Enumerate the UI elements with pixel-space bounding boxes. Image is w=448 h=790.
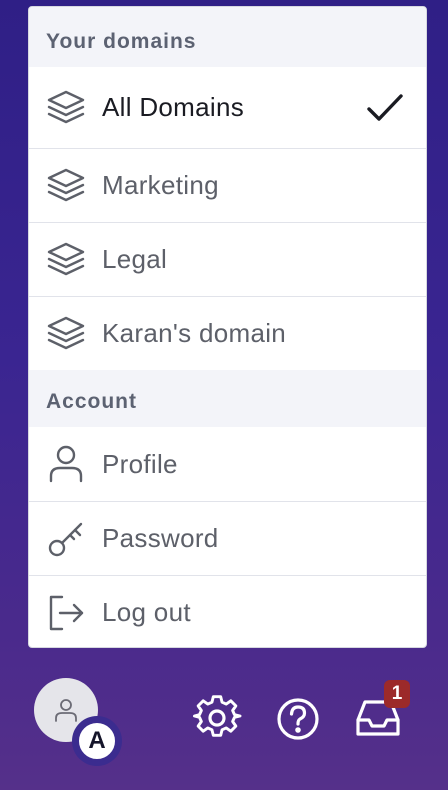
user-icon (55, 699, 77, 722)
domain-item-karans-domain[interactable]: Karan's domain (29, 296, 426, 370)
avatar-initial: A (76, 720, 118, 762)
layers-icon (47, 90, 85, 123)
account-item-logout[interactable]: Log out (29, 575, 426, 647)
user-icon (49, 445, 83, 483)
account-header: Account (29, 370, 426, 427)
account-item-label: Log out (102, 597, 191, 627)
account-dropdown-menu: Your domains All Domains Marketing Legal (28, 6, 427, 648)
account-item-profile[interactable]: Profile (29, 427, 426, 501)
account-item-label: Password (102, 523, 219, 553)
account-item-password[interactable]: Password (29, 501, 426, 575)
domain-item-all-domains[interactable]: All Domains (29, 67, 426, 148)
domain-label: Legal (102, 244, 168, 274)
checkmark-icon (367, 93, 403, 121)
help-icon[interactable] (276, 697, 320, 741)
key-icon (48, 522, 83, 556)
gear-icon[interactable] (192, 693, 242, 743)
domain-label: All Domains (102, 92, 245, 122)
your-domains-header: Your domains (29, 7, 426, 67)
layers-icon (47, 316, 85, 349)
account-item-label: Profile (102, 448, 178, 479)
domain-item-legal[interactable]: Legal (29, 222, 426, 296)
inbox-notification-badge: 1 (384, 680, 410, 708)
domain-label: Karan's domain (102, 318, 287, 348)
logout-icon (49, 595, 84, 630)
domain-label: Marketing (102, 170, 219, 200)
layers-icon (47, 168, 85, 201)
avatar-initial-badge: A (72, 716, 122, 766)
domain-item-marketing[interactable]: Marketing (29, 148, 426, 222)
layers-icon (47, 242, 85, 275)
